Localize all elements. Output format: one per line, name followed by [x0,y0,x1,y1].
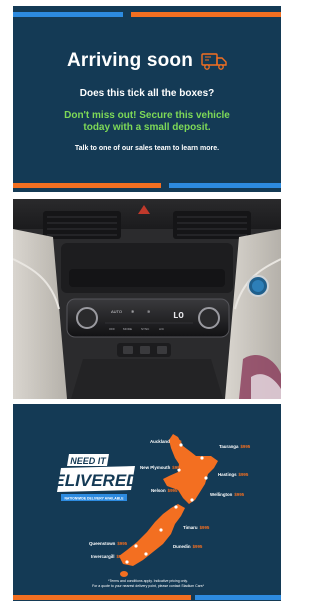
city-nelson: Nelson $995 [151,488,178,493]
svg-text:≋: ≋ [147,309,150,314]
svg-text:AUTO: AUTO [111,309,122,314]
dashboard-photo: AUTO ❄ ≋ LO OFF MODE SYNC A/C [13,199,281,399]
city-timaru: Timaru $995 [183,525,210,530]
bottom-orange-stripe [13,183,161,188]
truck-icon [201,53,227,70]
sales-team-note: Talk to one of our sales team to learn m… [74,145,220,152]
city-new-plymouth: New Plymouth $995 [140,465,183,470]
delivered-text: DELIVERED? [57,471,137,490]
city-tauranga: Tauranga $995 [219,444,251,449]
arriving-title: Arriving soon [66,50,194,71]
promo-line-1: Don't miss out! Secure this vehicle [64,110,230,121]
terms-note: *Terms and conditions apply. Indicative … [53,579,243,588]
city-auckland: Auckland $995 [150,439,182,444]
city-wellington: Wellington $995 [210,492,245,497]
ribbon-text: NATIONWIDE DELIVERY AVAILABLE [64,497,124,501]
need-it-text: NEED IT [70,456,107,466]
deposit-promo: Don't miss out! Secure this vehicle toda… [23,110,271,134]
svg-text:SYNC: SYNC [141,327,150,331]
delivery-map-banner: NEED IT DELIVERED? NATIONWIDE DELIVERY A… [13,404,281,601]
arriving-soon-banner: Arriving soon Does this tick all the box… [13,6,281,192]
city-invercargill: Invercargill $995 [91,554,127,559]
arriving-heading: Arriving soon [13,50,281,72]
nz-map [119,434,218,577]
promo-line-2: today with a small deposit. [83,122,211,133]
svg-text:❄: ❄ [131,309,134,314]
city-queenstown: Queenstown $995 [89,541,128,546]
tick-boxes-question: Does this tick all the boxes? [79,88,215,99]
svg-text:OFF: OFF [109,327,115,331]
top-orange-stripe [131,12,281,17]
city-dunedin: Dunedin $995 [173,544,203,549]
bottom-blue-stripe [169,183,281,188]
svg-text:A/C: A/C [159,327,165,331]
need-it-delivered-badge: NEED IT DELIVERED? NATIONWIDE DELIVERY A… [57,454,137,501]
dashboard-illustration: AUTO ❄ ≋ LO OFF MODE SYNC A/C [13,199,281,399]
svg-text:MODE: MODE [123,327,132,331]
city-hastings: Hastings $995 [218,472,249,477]
terms-line-2: For a quote to your nearest delivery poi… [92,583,204,588]
top-blue-stripe [13,12,123,17]
map-orange-stripe [13,595,191,600]
map-blue-stripe [195,595,281,600]
climate-display: LO [173,311,184,321]
